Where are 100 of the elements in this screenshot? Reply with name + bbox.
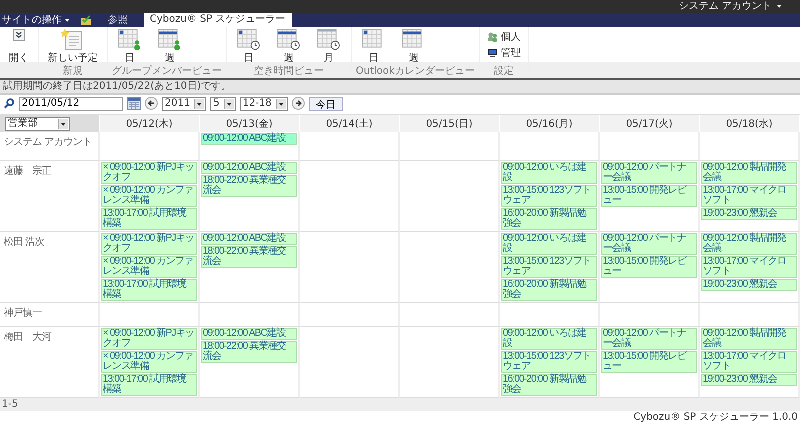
folder-icon[interactable] bbox=[80, 15, 92, 26]
event[interactable]: 16:00-20:00 新製品勉強会 bbox=[501, 279, 597, 301]
ribbon-button[interactable]: 開く bbox=[3, 28, 35, 66]
event[interactable]: 13:00-17:00 試用環境構築 bbox=[101, 374, 197, 396]
search-icon[interactable] bbox=[4, 98, 15, 109]
calendar-cell[interactable] bbox=[300, 232, 400, 303]
calendar-cell[interactable]: 09:00-12:00 ABC建設 18:00-22:00 異業種交流会 bbox=[200, 232, 300, 303]
calendar-cell[interactable]: 09:00-12:00 いろは建設 13:00-15:00 123ソフトウェア 16:00-20:00 新製品勉強会 bbox=[500, 327, 600, 398]
calendar-icon[interactable] bbox=[127, 97, 141, 110]
caret-icon[interactable] bbox=[58, 118, 68, 128]
ribbon-button[interactable]: 管理 bbox=[482, 46, 525, 60]
event[interactable]: × 09:00-12:00 新PJキックオフ bbox=[101, 328, 197, 350]
event[interactable]: 13:00-15:00 123ソフトウェア bbox=[501, 185, 597, 207]
calendar-cell[interactable]: × 09:00-12:00 新PJキックオフ × 09:00-12:00 カンファレンス準備 13:00-17:00 試用環境構築 bbox=[100, 232, 200, 303]
calendar-cell[interactable]: 09:00-12:00 ABC建設 18:00-22:00 異業種交流会 bbox=[200, 327, 300, 398]
year-select[interactable]: 2011 bbox=[162, 96, 206, 110]
ribbon-button[interactable]: 個人 bbox=[482, 30, 525, 44]
event[interactable]: 19:00-23:00 懇親会 bbox=[701, 374, 797, 386]
member-name: 神戸慎一 bbox=[4, 306, 43, 320]
calendar-icon bbox=[157, 29, 183, 51]
event[interactable]: 09:00-12:00 いろは建設 bbox=[501, 328, 597, 350]
caret-icon[interactable] bbox=[224, 98, 234, 108]
ribbon-button[interactable]: 日 bbox=[111, 28, 149, 66]
department-select[interactable]: 営業部 bbox=[5, 116, 70, 130]
previous-week-button[interactable] bbox=[145, 97, 158, 110]
event[interactable]: 09:00-12:00 パートナー会議 bbox=[601, 328, 697, 350]
event[interactable]: 09:00-12:00 ABC建設 bbox=[201, 133, 297, 145]
date-field[interactable]: 2011/05/12 bbox=[19, 96, 123, 110]
monitor-icon bbox=[486, 48, 498, 58]
event[interactable]: 18:00-22:00 異業種交流会 bbox=[201, 341, 297, 363]
event[interactable]: 19:00-23:00 懇親会 bbox=[701, 279, 797, 291]
calendar-cell[interactable]: 09:00-12:00 ABC建設 bbox=[200, 132, 300, 161]
event[interactable]: × 09:00-12:00 カンファレンス準備 bbox=[101, 256, 197, 278]
event[interactable]: 09:00-12:00 パートナー会議 bbox=[601, 162, 697, 184]
ribbon-button[interactable]: 新しい予定 bbox=[42, 28, 104, 66]
calendar-cell[interactable]: × 09:00-12:00 新PJキックオフ × 09:00-12:00 カンファレンス準備 13:00-17:00 試用環境構築 bbox=[100, 327, 200, 398]
calendar-cell[interactable] bbox=[300, 132, 400, 161]
event[interactable]: 09:00-12:00 ABC建設 bbox=[201, 233, 297, 245]
event[interactable]: 09:00-12:00 いろは建設 bbox=[501, 162, 597, 184]
event[interactable]: 09:00-12:00 製品開発会議 bbox=[701, 162, 797, 184]
event[interactable]: 13:00-17:00 マイクロソフト bbox=[701, 185, 797, 207]
ribbon-tab[interactable]: 参照 bbox=[102, 14, 134, 27]
event[interactable]: 18:00-22:00 異業種交流会 bbox=[201, 246, 297, 268]
event[interactable]: × 09:00-12:00 新PJキックオフ bbox=[101, 162, 197, 184]
event[interactable]: × 09:00-12:00 カンファレンス準備 bbox=[101, 351, 197, 373]
event[interactable]: 13:00-15:00 開発レビュー bbox=[601, 256, 697, 278]
calendar-cell[interactable] bbox=[400, 132, 500, 161]
calendar-cell[interactable]: 09:00-12:00 製品開発会議 13:00-17:00 マイクロソフト 19:00-23:00 懇親会 bbox=[700, 161, 800, 232]
next-week-button[interactable] bbox=[292, 97, 305, 110]
caret-icon[interactable] bbox=[194, 98, 204, 108]
event[interactable]: × 09:00-12:00 新PJキックオフ bbox=[101, 233, 197, 255]
ribbon-button[interactable]: 月 bbox=[310, 28, 348, 66]
event[interactable]: 16:00-20:00 新製品勉強会 bbox=[501, 208, 597, 230]
ribbon-button[interactable]: 日 bbox=[230, 28, 268, 66]
user-menu[interactable]: システム アカウント bbox=[678, 1, 772, 13]
event[interactable]: × 09:00-12:00 カンファレンス準備 bbox=[101, 185, 197, 207]
ribbon-button[interactable]: 週 bbox=[395, 28, 433, 66]
event[interactable]: 13:00-15:00 開発レビュー bbox=[601, 185, 697, 207]
event[interactable]: 09:00-12:00 いろは建設 bbox=[501, 233, 597, 255]
event[interactable]: 09:00-12:00 製品開発会議 bbox=[701, 328, 797, 350]
event[interactable]: 16:00-20:00 新製品勉強会 bbox=[501, 374, 597, 396]
calendar-cell[interactable] bbox=[400, 303, 500, 327]
event[interactable]: 09:00-12:00 ABC建設 bbox=[201, 162, 297, 174]
event[interactable]: 09:00-12:00 製品開発会議 bbox=[701, 233, 797, 255]
calendar-cell[interactable]: × 09:00-12:00 新PJキックオフ × 09:00-12:00 カンファレンス準備 13:00-17:00 試用環境構築 bbox=[100, 161, 200, 232]
event[interactable]: 13:00-17:00 マイクロソフト bbox=[701, 351, 797, 373]
calendar-cell[interactable]: 09:00-12:00 ABC建設 18:00-22:00 異業種交流会 bbox=[200, 161, 300, 232]
event[interactable]: 19:00-23:00 懇親会 bbox=[701, 208, 797, 220]
event[interactable]: 13:00-17:00 試用環境構築 bbox=[101, 208, 197, 230]
member-name: 松田 浩次 bbox=[4, 236, 46, 249]
event[interactable]: 13:00-15:00 123ソフトウェア bbox=[501, 351, 597, 373]
event[interactable]: 13:00-17:00 試用環境構築 bbox=[101, 279, 197, 301]
event[interactable]: 13:00-15:00 開発レビュー bbox=[601, 351, 697, 373]
event[interactable]: 18:00-22:00 異業種交流会 bbox=[201, 175, 297, 197]
calendar-cell[interactable]: 09:00-12:00 パートナー会議 13:00-15:00 開発レビュー bbox=[600, 327, 700, 398]
ribbon-button[interactable]: 週 bbox=[151, 28, 189, 66]
ribbon-button[interactable]: 日 bbox=[355, 28, 393, 66]
month-select[interactable]: 5 bbox=[210, 96, 236, 110]
event[interactable]: 13:00-15:00 123ソフトウェア bbox=[501, 256, 597, 278]
calendar-cell[interactable]: 09:00-12:00 いろは建設 13:00-15:00 123ソフトウェア 16:00-20:00 新製品勉強会 bbox=[500, 161, 600, 232]
ribbon-button[interactable]: 週 bbox=[270, 28, 308, 66]
event[interactable]: 09:00-12:00 ABC建設 bbox=[201, 328, 297, 340]
calendar-cell[interactable]: 09:00-12:00 製品開発会議 13:00-17:00 マイクロソフト 19:00-23:00 懇親会 bbox=[700, 327, 800, 398]
version-text: Cybozu® SP スケジューラー 1.0.0 bbox=[634, 412, 798, 424]
caret-icon[interactable] bbox=[276, 98, 286, 108]
caret-icon[interactable] bbox=[777, 5, 782, 8]
calendar-cell[interactable]: 09:00-12:00 パートナー会議 13:00-15:00 開発レビュー bbox=[600, 161, 700, 232]
caret-icon[interactable] bbox=[65, 19, 70, 22]
calendar-cell[interactable]: 09:00-12:00 いろは建設 13:00-15:00 123ソフトウェア 16:00-20:00 新製品勉強会 bbox=[500, 232, 600, 303]
people-icon bbox=[486, 32, 498, 42]
ribbon-tab[interactable]: Cybozu® SP スケジューラー bbox=[144, 13, 292, 27]
site-actions-menu[interactable]: サイトの操作 bbox=[2, 14, 62, 27]
calendar-cell[interactable]: 09:00-12:00 製品開発会議 13:00-17:00 マイクロソフト 19:00-23:00 懇親会 bbox=[700, 232, 800, 303]
event[interactable]: 09:00-12:00 パートナー会議 bbox=[601, 233, 697, 255]
today-button[interactable]: 今日 bbox=[308, 96, 343, 110]
calendar-cell[interactable]: 09:00-12:00 パートナー会議 13:00-15:00 開発レビュー bbox=[600, 232, 700, 303]
calendar-cell[interactable] bbox=[300, 303, 400, 327]
calendar-cell[interactable] bbox=[300, 161, 400, 232]
event[interactable]: 13:00-17:00 マイクロソフト bbox=[701, 256, 797, 278]
week-select[interactable]: 12-18 bbox=[240, 96, 288, 110]
